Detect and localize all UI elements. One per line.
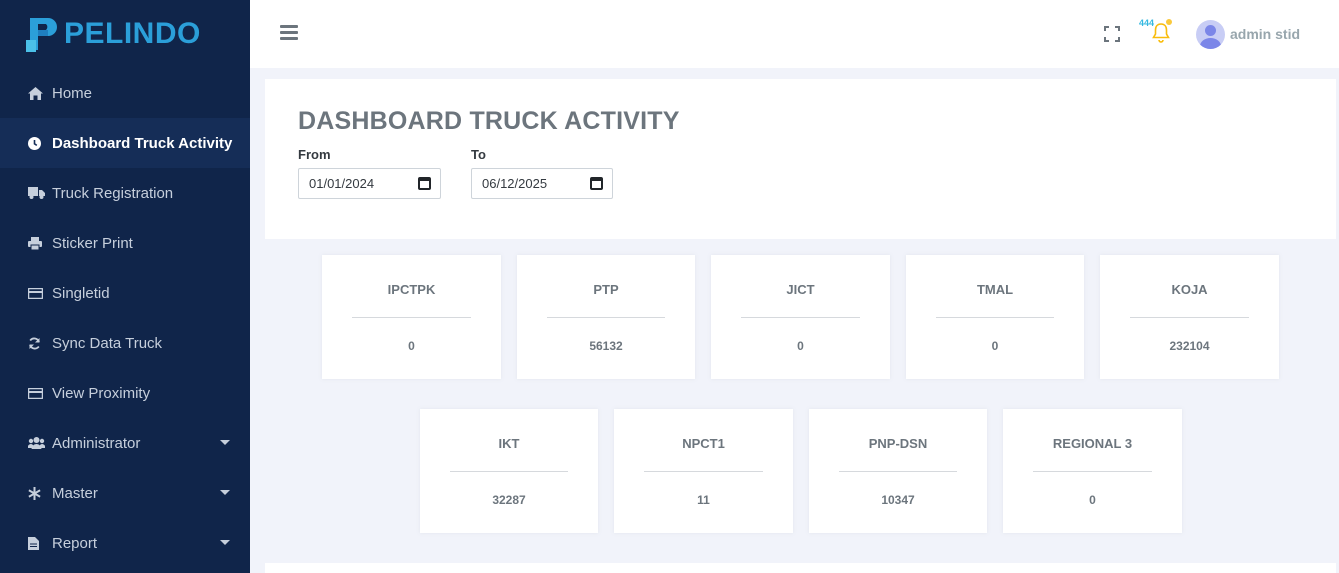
sidebar-item-view-proximity[interactable]: View Proximity: [0, 368, 250, 418]
notification-button[interactable]: 444: [1139, 18, 1178, 48]
file-icon: [28, 536, 52, 550]
sidebar-item-label: Sticker Print: [52, 234, 133, 252]
divider: [352, 317, 471, 318]
brand-name: PELINDO: [64, 17, 201, 50]
stat-label: JICT: [786, 282, 815, 297]
logo[interactable]: PELINDO: [0, 0, 250, 68]
stat-label: IKT: [498, 436, 520, 451]
stat-label: PTP: [593, 282, 619, 297]
user-menu[interactable]: admin stid: [1196, 18, 1300, 50]
stat-card-jict: JICT 0: [711, 255, 890, 379]
menu-toggle-icon[interactable]: [280, 25, 298, 41]
sidebar-item-label: Singletid: [52, 284, 110, 302]
stat-card-tmal: TMAL 0: [906, 255, 1084, 379]
stat-value: 0: [797, 339, 804, 353]
from-date-value: 01/01/2024: [309, 176, 375, 191]
fullscreen-icon[interactable]: [1104, 26, 1120, 42]
printer-icon: [28, 236, 52, 250]
stat-value: 0: [991, 339, 999, 353]
header-card: DASHBOARD TRUCK ACTIVITY From 01/01/2024…: [265, 79, 1336, 239]
chevron-down-icon: [220, 490, 230, 495]
stat-value: 0: [1089, 493, 1096, 507]
avatar: [1196, 19, 1225, 49]
sidebar-item-label: Dashboard Truck Activity: [52, 134, 233, 152]
sidebar-item-label: Home: [52, 84, 93, 102]
stat-label: REGIONAL 3: [1052, 436, 1133, 451]
truck-icon: [28, 187, 52, 199]
sidebar-item-label: Sync Data Truck: [52, 334, 163, 352]
sidebar-item-sticker-print[interactable]: Sticker Print: [0, 218, 250, 268]
divider: [741, 317, 860, 318]
stat-card-regional-3: REGIONAL 3 0: [1003, 409, 1182, 533]
stat-card-npct1: NPCT1 11: [614, 409, 793, 533]
divider: [644, 471, 763, 472]
sidebar-item-label: View Proximity: [52, 384, 151, 402]
chevron-down-icon: [220, 440, 230, 445]
divider: [450, 471, 568, 472]
stat-value: 32287: [492, 493, 526, 507]
stat-value: 10347: [881, 493, 915, 507]
asterisk-icon: [28, 486, 52, 500]
stat-label: PNP-DSN: [868, 436, 928, 451]
stat-card-ptp: PTP 56132: [517, 255, 695, 379]
divider: [936, 317, 1054, 318]
stat-value: 0: [408, 339, 415, 353]
from-date-input[interactable]: 01/01/2024: [298, 168, 441, 199]
pelindo-logo-icon: [24, 14, 58, 54]
topbar: 444 admin stid: [250, 0, 1339, 68]
sidebar-item-truck-registration[interactable]: Truck Registration: [0, 168, 250, 218]
sidebar-item-home[interactable]: Home: [0, 68, 250, 118]
bell-icon: [1152, 23, 1170, 43]
users-icon: [28, 437, 52, 449]
user-name: admin stid: [1230, 26, 1301, 42]
sidebar-item-master[interactable]: Master: [0, 468, 250, 518]
from-label: From: [298, 147, 331, 162]
calendar-icon[interactable]: [418, 177, 431, 190]
stat-value: 56132: [589, 339, 623, 353]
sidebar-item-label: Report: [52, 534, 98, 552]
home-icon: [28, 86, 52, 100]
credit-card-icon: [28, 387, 52, 399]
stat-label: KOJA: [1171, 282, 1208, 297]
sidebar-item-dashboard-truck-activity[interactable]: Dashboard Truck Activity: [0, 118, 250, 168]
sidebar-item-label: Master: [52, 484, 98, 502]
chevron-down-icon: [220, 540, 230, 545]
divider: [547, 317, 665, 318]
sidebar: PELINDO Home Dashboard Truck Activity Tr…: [0, 0, 250, 573]
stat-card-ikt: IKT 32287: [420, 409, 598, 533]
sidebar-item-singletid[interactable]: Singletid: [0, 268, 250, 318]
stat-label: IPCTPK: [387, 282, 436, 297]
sidebar-item-label: Truck Registration: [52, 184, 174, 202]
to-date-value: 06/12/2025: [482, 176, 548, 191]
to-field: To 06/12/2025: [471, 147, 613, 199]
bottom-card: [265, 563, 1336, 573]
sync-icon: [28, 337, 52, 350]
calendar-icon[interactable]: [590, 177, 603, 190]
stat-label: NPCT1: [682, 436, 725, 451]
stat-value: 232104: [1169, 339, 1210, 353]
sidebar-item-administrator[interactable]: Administrator: [0, 418, 250, 468]
from-field: From 01/01/2024: [298, 147, 441, 199]
credit-card-icon: [28, 287, 52, 299]
stat-card-pnp-dsn: PNP-DSN 10347: [809, 409, 987, 533]
stat-value: 11: [697, 493, 710, 507]
sidebar-menu: Home Dashboard Truck Activity Truck Regi…: [0, 68, 250, 568]
sidebar-item-sync-data-truck[interactable]: Sync Data Truck: [0, 318, 250, 368]
to-date-input[interactable]: 06/12/2025: [471, 168, 613, 199]
clock-icon: [28, 136, 52, 150]
stat-card-koja: KOJA 232104: [1100, 255, 1279, 379]
page-title: DASHBOARD TRUCK ACTIVITY: [298, 107, 680, 135]
to-label: To: [471, 147, 486, 162]
divider: [839, 471, 957, 472]
stat-card-ipctpk: IPCTPK 0: [322, 255, 501, 379]
divider: [1130, 317, 1249, 318]
stat-label: TMAL: [976, 282, 1014, 297]
sidebar-item-report[interactable]: Report: [0, 518, 250, 568]
sidebar-item-label: Administrator: [52, 434, 141, 452]
divider: [1033, 471, 1152, 472]
